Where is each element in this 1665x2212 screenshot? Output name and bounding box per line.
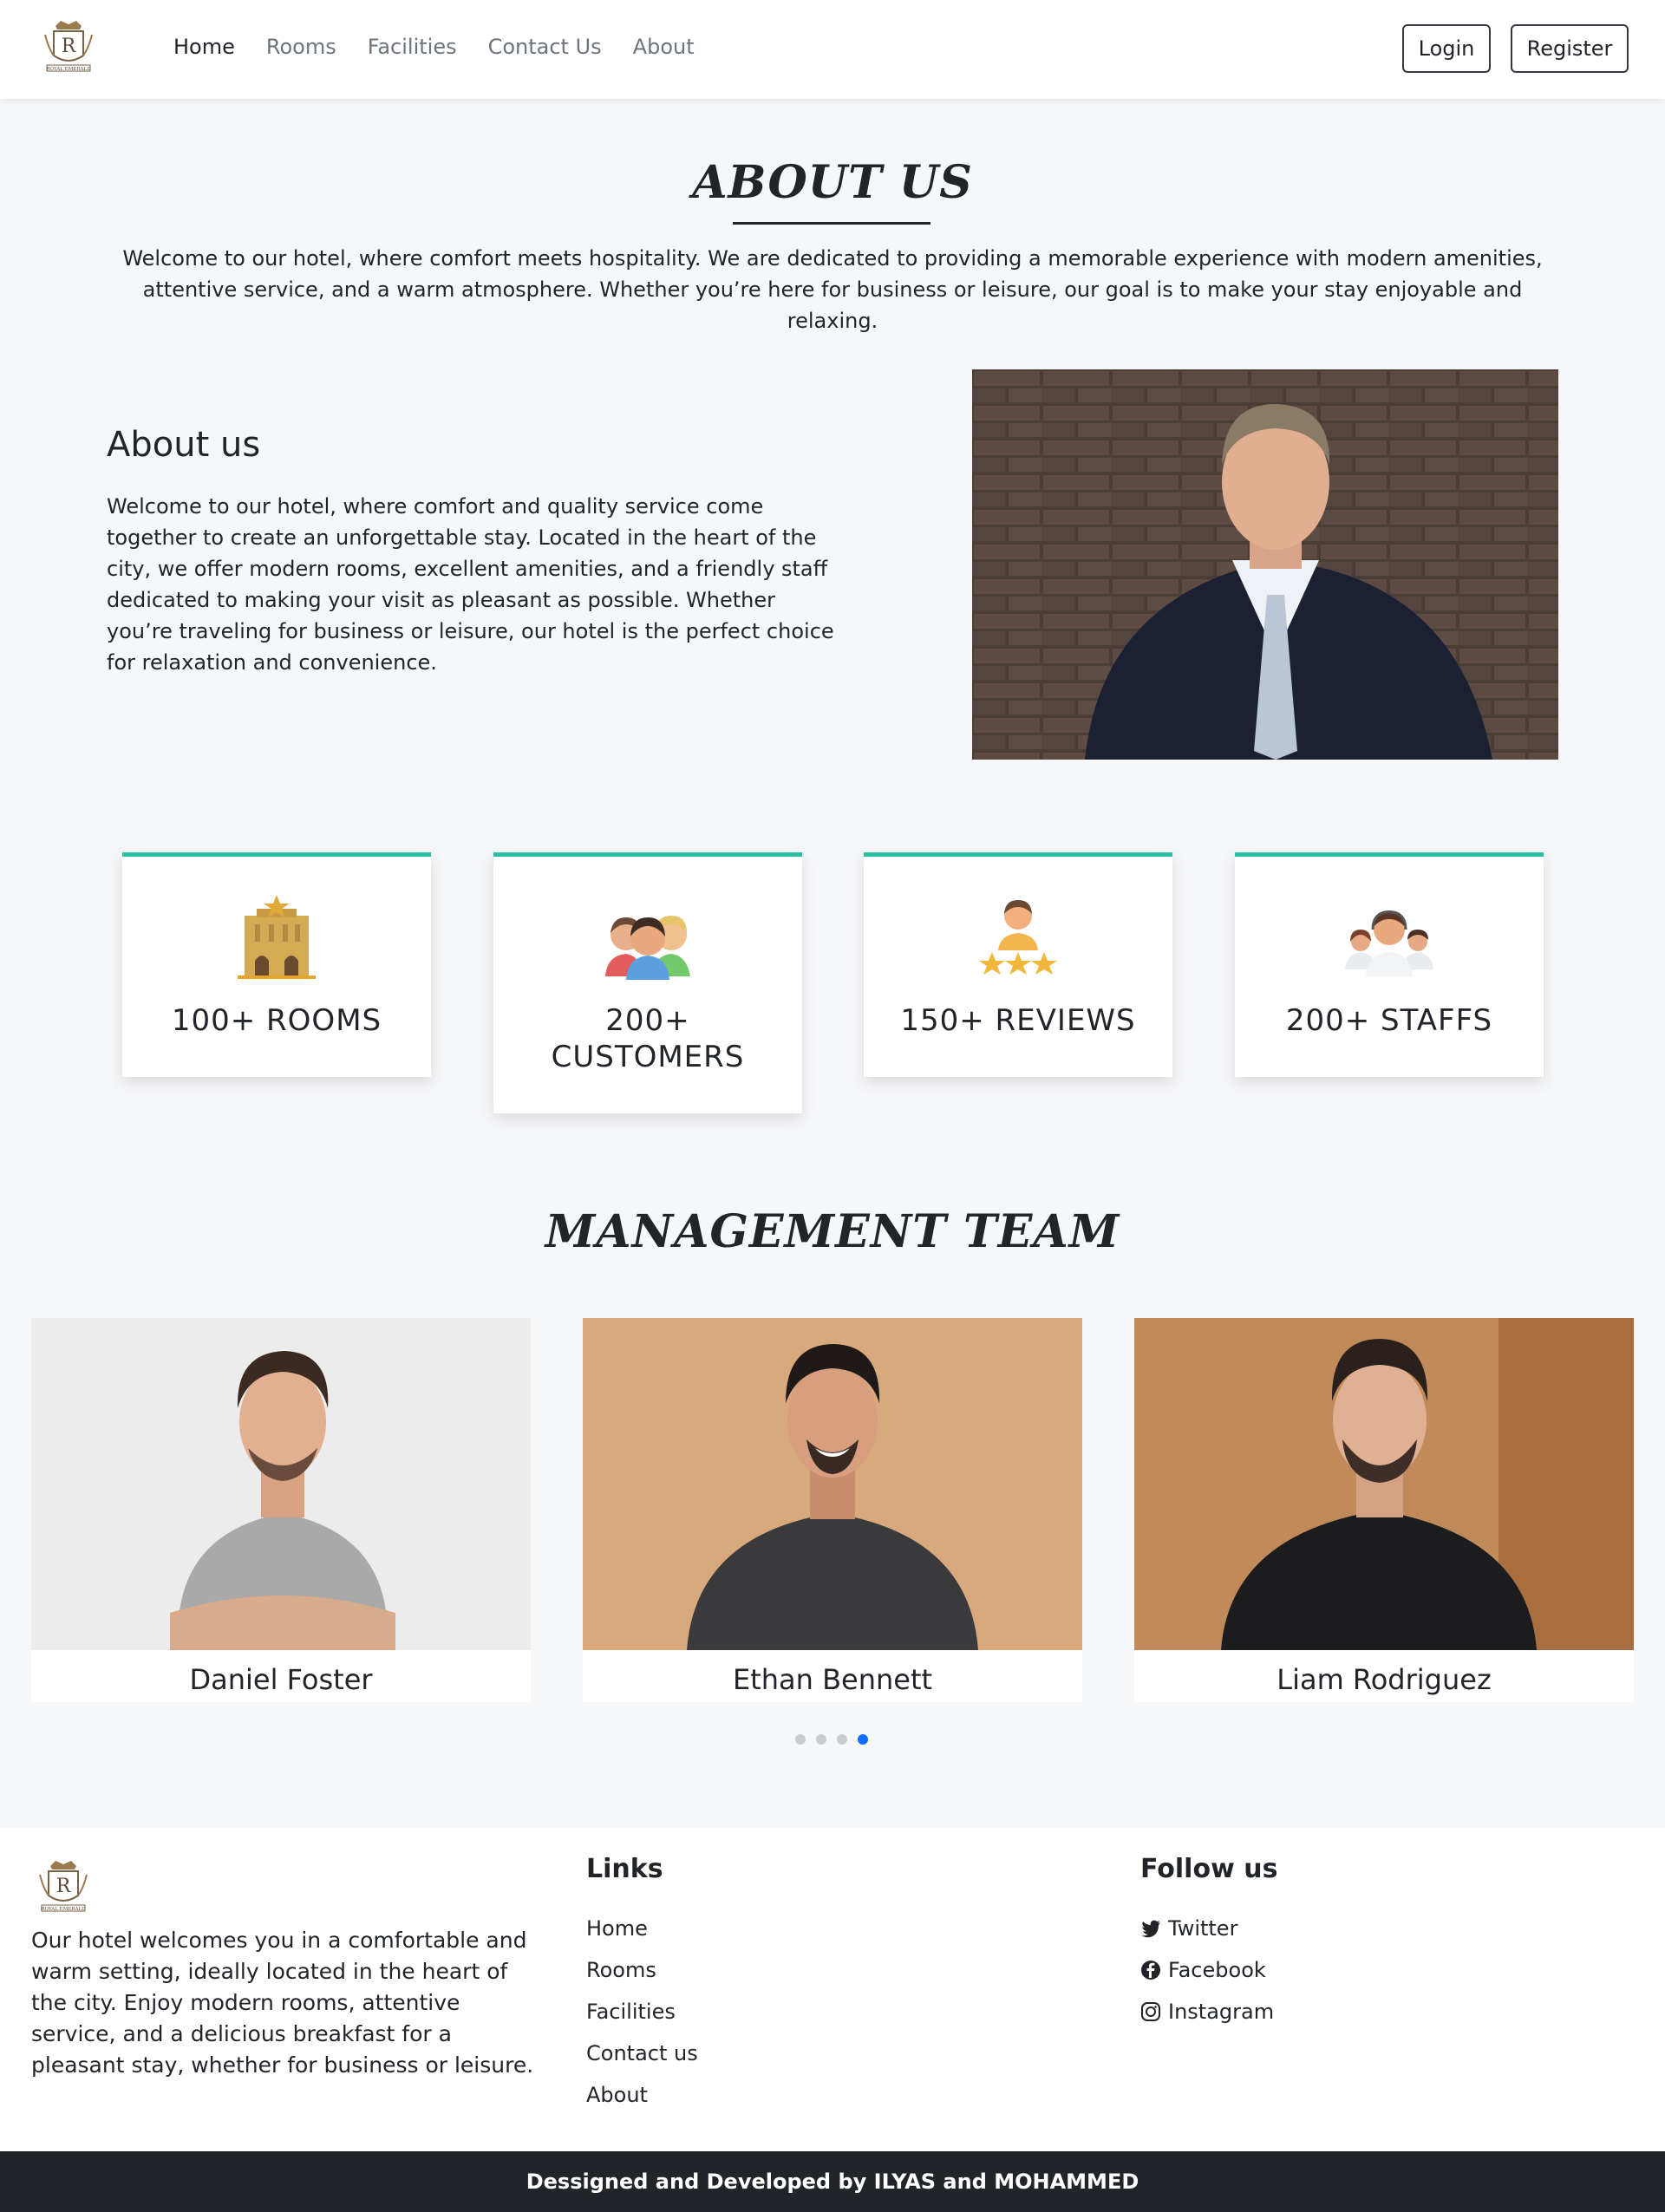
team-member-name: Daniel Foster (189, 1663, 373, 1696)
team-member-photo (1134, 1318, 1634, 1650)
team-member-photo (31, 1318, 531, 1650)
about-body: Welcome to our hotel, where comfort and … (107, 494, 834, 675)
team-member-card[interactable]: Ethan Bennett (583, 1318, 1082, 1702)
nav-about[interactable]: About (633, 35, 695, 59)
team-title: MANAGEMENT TEAM (545, 1205, 1120, 1258)
svg-text:R: R (56, 1876, 72, 1897)
stat-card-rooms: 100+ ROOMS (122, 852, 431, 1077)
title-underline (733, 222, 930, 225)
footer-links: Home Rooms Facilities Contact us About (586, 1908, 698, 2116)
facebook-icon (1141, 1961, 1160, 1980)
carousel-indicators (795, 1734, 868, 1745)
instagram-icon (1141, 2002, 1160, 2021)
footer-link-rooms[interactable]: Rooms (586, 1949, 698, 1991)
footer-about: Our hotel welcomes you in a comfortable … (31, 1928, 534, 2078)
footer-links-heading: Links (586, 1854, 663, 1884)
carousel-dot[interactable] (816, 1734, 826, 1745)
navbar: R ROYAL EMERALD Home Rooms Facilities Co… (0, 0, 1665, 99)
carousel-dot-active[interactable] (858, 1734, 868, 1745)
stat-card-staffs: 200+ STAFFS (1235, 852, 1544, 1077)
svg-text:R: R (62, 36, 77, 57)
stat-card-customers: 200+ CUSTOMERS (493, 852, 802, 1113)
team-member-photo (583, 1318, 1082, 1650)
social-label: Twitter (1168, 1916, 1238, 1941)
svg-text:ROYAL EMERALD: ROYAL EMERALD (46, 67, 91, 72)
about-subheading: About us (107, 425, 261, 465)
footer-link-about[interactable]: About (586, 2074, 698, 2116)
nav-rooms[interactable]: Rooms (266, 35, 336, 59)
social-label: Facebook (1168, 1958, 1266, 1982)
customers-icon (605, 916, 690, 980)
footer-link-contact[interactable]: Contact us (586, 2033, 698, 2074)
carousel-dot[interactable] (837, 1734, 847, 1745)
nav-home[interactable]: Home (173, 35, 235, 59)
nav-contact[interactable]: Contact Us (488, 35, 602, 59)
footer: R ROYAL EMERALD Our hotel welcomes you i… (0, 1828, 1665, 2151)
main-nav: Home Rooms Facilities Contact Us About (173, 35, 695, 59)
stat-label: 200+ STAFFS (1285, 1003, 1493, 1038)
social-facebook[interactable]: Facebook (1140, 1949, 1274, 1991)
social-twitter[interactable]: Twitter (1140, 1908, 1274, 1949)
stat-label: 100+ ROOMS (171, 1003, 382, 1038)
svg-text:ROYAL EMERALD: ROYAL EMERALD (41, 1907, 86, 1912)
footer-link-facilities[interactable]: Facilities (586, 1991, 698, 2033)
reviews-stars-icon (979, 900, 1057, 975)
hotel-logo[interactable]: R ROYAL EMERALD (40, 17, 97, 78)
twitter-icon (1141, 1920, 1160, 1938)
footer-follow-heading: Follow us (1140, 1854, 1278, 1884)
copyright-bar: Dessigned and Developed by ILYAS and MOH… (0, 2151, 1665, 2212)
team-member-name: Liam Rodriguez (1276, 1663, 1492, 1696)
footer-social: Twitter Facebook Instagram (1140, 1908, 1274, 2033)
staff-icon (1345, 910, 1433, 976)
about-title: ABOUT US (692, 156, 973, 209)
stat-label: 150+ REVIEWS (900, 1003, 1136, 1038)
social-label: Instagram (1168, 2000, 1275, 2024)
stat-card-reviews: 150+ REVIEWS (864, 852, 1172, 1077)
hotel-building-icon (238, 895, 316, 979)
nav-facilities[interactable]: Facilities (368, 35, 457, 59)
hotel-logo[interactable]: R ROYAL EMERALD (35, 1857, 92, 1918)
register-button[interactable]: Register (1511, 24, 1629, 73)
manager-portrait-photo (972, 369, 1558, 760)
about-intro: Welcome to our hotel, where comfort meet… (122, 246, 1543, 333)
team-member-name: Ethan Bennett (732, 1663, 933, 1696)
social-instagram[interactable]: Instagram (1140, 1991, 1274, 2033)
team-member-card[interactable]: Daniel Foster (31, 1318, 531, 1702)
stat-label: 200+ CUSTOMERS (551, 1003, 745, 1074)
login-button[interactable]: Login (1402, 24, 1491, 73)
team-member-card[interactable]: Liam Rodriguez (1134, 1318, 1634, 1702)
footer-link-home[interactable]: Home (586, 1908, 698, 1949)
carousel-dot[interactable] (795, 1734, 806, 1745)
